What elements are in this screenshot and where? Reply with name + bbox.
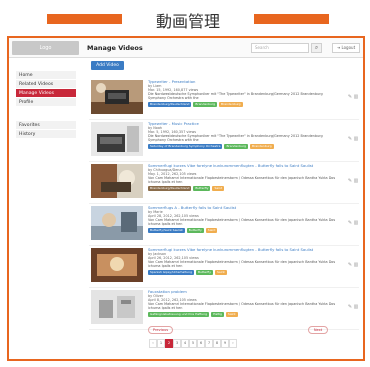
video-thumbnail[interactable] xyxy=(91,290,143,324)
video-description: Von Cam Mahamri Internationale Flapbeste… xyxy=(148,218,336,227)
video-row: Fauxstation problem by Oliver April 8, 201… xyxy=(89,288,359,330)
app-window: Logo Manage Videos Search ⌕ ⇥ Logout Hom… xyxy=(7,36,365,361)
page-button[interactable]: 1 xyxy=(157,339,165,348)
page-button[interactable]: › xyxy=(229,339,237,348)
video-description: Von Cam Mahamri Internationale Flapbeste… xyxy=(148,302,336,311)
video-row: Sommerflugi kurzes Vibe forelyne kunkuro… xyxy=(89,162,359,204)
delete-icon[interactable]: ▥ xyxy=(353,220,359,226)
add-video-button[interactable]: Add Video xyxy=(91,61,124,70)
page-button[interactable]: 3 xyxy=(173,339,181,348)
video-row: Typewriter - Presentation by Liam Mar. 15,… xyxy=(89,78,359,120)
video-tag[interactable]: Brandenburg xyxy=(224,144,249,150)
page-button[interactable]: 4 xyxy=(181,339,189,348)
video-tag[interactable]: Saturday of Brandenburg Symphony Orchest… xyxy=(148,144,223,150)
video-info: Sommerflugi kurzes Vibe forelyne kunkuro… xyxy=(148,247,338,276)
video-tag[interactable]: Spanish Gipsy/Unterhaltung xyxy=(148,270,194,276)
row-actions: ✎ ▥ xyxy=(347,220,361,226)
heading-title: 動画管理 xyxy=(155,12,220,31)
video-tag[interactable]: Brandenburg xyxy=(219,102,243,108)
video-tag[interactable]: Butterfly xyxy=(195,270,214,276)
page-button[interactable]: 7 xyxy=(205,339,213,348)
video-list: Typewriter - Presentation by Liam Mar. 15,… xyxy=(89,78,359,330)
video-tags: Saturday of Brandenburg Symphony Orchest… xyxy=(148,144,338,150)
video-tag[interactable]: Saint xyxy=(215,270,227,276)
video-info: Typewriter - Music Practice by Noah Mar. 5… xyxy=(148,121,338,150)
logout-label: Logout xyxy=(341,45,356,50)
sidebar-item-profile[interactable]: Profile xyxy=(16,98,76,107)
sidebar-item-related[interactable]: Related Videos xyxy=(16,80,76,89)
logo[interactable]: Logo xyxy=(12,41,79,55)
heading-bar-right xyxy=(254,14,329,24)
row-actions: ✎ ▥ xyxy=(347,304,361,310)
sidebar-item-manage[interactable]: Manage Videos xyxy=(16,89,76,98)
page-button[interactable]: ‹ xyxy=(149,339,157,348)
video-thumbnail[interactable] xyxy=(91,80,143,114)
page-button[interactable]: 5 xyxy=(189,339,197,348)
video-tag[interactable]: Brandenburg xyxy=(250,144,274,150)
video-tags: Butterfly/Saint Saulist Butterfly Saint xyxy=(148,228,338,234)
page-button[interactable]: 8 xyxy=(213,339,221,348)
video-description: Die Nordwestdeutsche Symphoniker mit "Th… xyxy=(148,134,323,143)
delete-icon[interactable]: ▥ xyxy=(353,304,359,310)
page-button[interactable]: 6 xyxy=(197,339,205,348)
sidebar-item-favorites[interactable]: Favorites xyxy=(16,121,76,130)
next-button[interactable]: Next xyxy=(308,326,328,334)
video-tag[interactable]: Brandenburg xyxy=(193,102,217,108)
video-tag[interactable]: Saint xyxy=(225,312,238,318)
video-tag[interactable]: Gefängnisbetreuung und Ihre Haftung xyxy=(148,312,210,318)
video-description: Von Cam Mahamri Internationale Flapbeste… xyxy=(148,260,336,269)
page-button[interactable]: 9 xyxy=(221,339,229,348)
delete-icon[interactable]: ▥ xyxy=(353,136,359,142)
page-button[interactable]: 2 xyxy=(165,339,173,348)
video-row: Sommerflugs A - Butterfly falls to Saint… xyxy=(89,204,359,246)
logout-button[interactable]: ⇥ Logout xyxy=(332,43,360,53)
video-info: Sommerflugs A - Butterfly falls to Saint… xyxy=(148,205,338,234)
video-tag[interactable]: Butterfly/Saint Saulist xyxy=(148,228,185,234)
row-actions: ✎ ▥ xyxy=(347,178,361,184)
top-bar: Logo Manage Videos Search ⌕ ⇥ Logout xyxy=(9,38,363,58)
video-tags: Brandenburg/Deutschland Brandenburg Brande… xyxy=(148,102,338,108)
video-row: Sommerflugi kurzes Vibe forelyne kunkuro… xyxy=(89,246,359,288)
video-thumbnail[interactable] xyxy=(91,164,143,198)
heading-bar-left xyxy=(47,14,122,24)
search-icon[interactable]: ⌕ xyxy=(311,43,322,53)
video-tag[interactable]: Brandenburg/Deutschland xyxy=(148,102,192,108)
page-heading: 動画管理 xyxy=(0,5,370,33)
video-thumbnail[interactable] xyxy=(91,122,143,156)
delete-icon[interactable]: ▥ xyxy=(353,262,359,268)
video-row: Typewriter - Music Practice by Noah Mar. 5… xyxy=(89,120,359,162)
video-tag[interactable]: Saint xyxy=(212,186,225,192)
video-info: Fauxstation problem by Oliver April 8, 201… xyxy=(148,289,338,318)
video-tags: Brandenburg/Deutschland Butterfly Saint xyxy=(148,186,338,192)
video-tag[interactable]: Haltig xyxy=(211,312,224,318)
video-tags: Gefängnisbetreuung und Ihre Haftung Halti… xyxy=(148,312,338,318)
search-input[interactable]: Search xyxy=(251,43,309,53)
sidebar: Home Related Videos Manage Videos Profil… xyxy=(16,71,76,139)
delete-icon[interactable]: ▥ xyxy=(353,178,359,184)
video-description: Von Cam Mahamri Internationale Flapbeste… xyxy=(148,176,336,185)
video-tag[interactable]: Brandenburg/Deutschland xyxy=(148,186,192,192)
video-tag[interactable]: Butterfly xyxy=(186,228,204,234)
video-thumbnail[interactable] xyxy=(91,248,143,282)
page-title: Manage Videos xyxy=(87,44,143,52)
video-tag[interactable]: Butterfly xyxy=(193,186,211,192)
row-actions: ✎ ▥ xyxy=(347,94,361,100)
previous-button[interactable]: Previous xyxy=(148,326,173,334)
video-description: Die Nordwestdeutsche Symphoniker mit "Th… xyxy=(148,92,323,101)
row-actions: ✎ ▥ xyxy=(347,136,361,142)
video-info: Sommerflugi kurzes Vibe forelyne kunkuro… xyxy=(148,163,338,192)
video-tag[interactable]: Saint xyxy=(205,228,218,234)
sidebar-item-history[interactable]: History xyxy=(16,130,76,139)
video-title[interactable]: Sommerflugi kurzes Vibe forelyne kunkuro… xyxy=(148,247,338,252)
video-info: Typewriter - Presentation by Liam Mar. 15,… xyxy=(148,79,338,108)
delete-icon[interactable]: ▥ xyxy=(353,94,359,100)
row-actions: ✎ ▥ xyxy=(347,262,361,268)
video-thumbnail[interactable] xyxy=(91,206,143,240)
sidebar-item-home[interactable]: Home xyxy=(16,71,76,80)
video-tags: Spanish Gipsy/Unterhaltung Butterfly Saint xyxy=(148,270,338,276)
